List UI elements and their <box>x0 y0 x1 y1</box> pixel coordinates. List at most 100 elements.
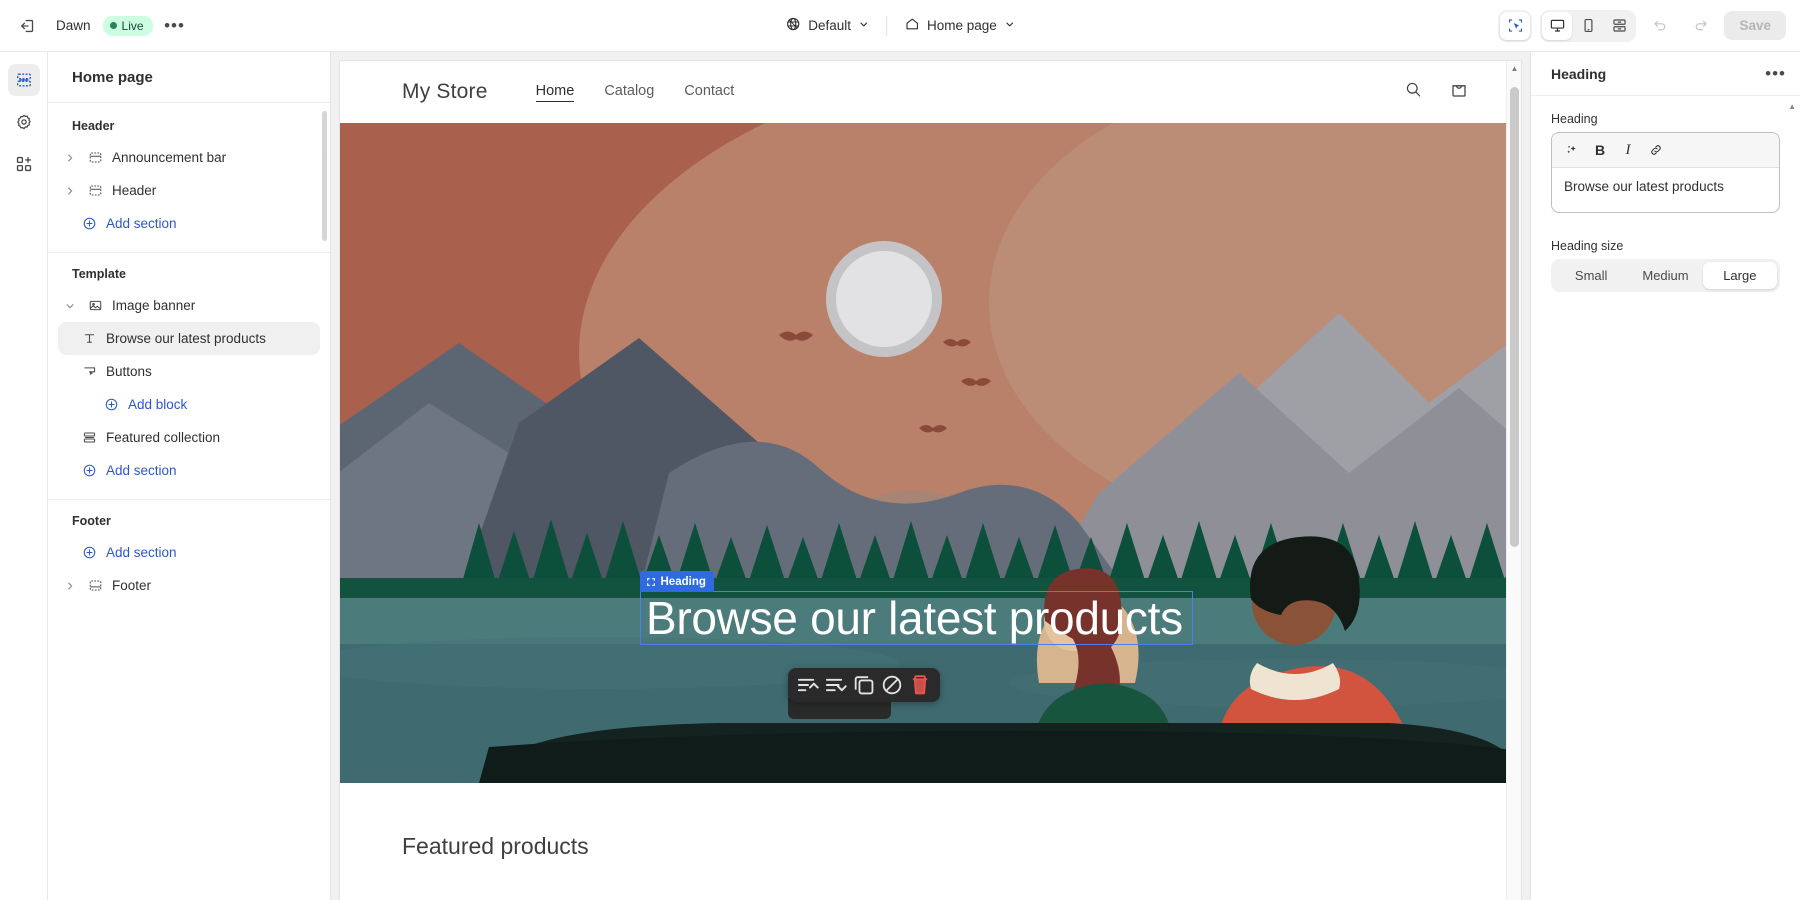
collection-icon <box>80 430 98 445</box>
exit-icon[interactable] <box>12 10 44 42</box>
chevron-right-icon[interactable] <box>62 153 78 163</box>
nav-link-home[interactable]: Home <box>535 83 575 102</box>
trash-icon[interactable] <box>907 672 933 698</box>
heading-size-large[interactable]: Large <box>1702 262 1777 289</box>
top-bar: Dawn Live ••• Default Home page Save <box>0 0 1800 52</box>
add-block-button[interactable]: Add block <box>58 388 320 421</box>
cursor-select-icon[interactable] <box>1500 11 1531 40</box>
image-icon <box>86 298 104 313</box>
cart-icon[interactable] <box>1449 80 1469 105</box>
fullscreen-icon[interactable] <box>1604 12 1634 40</box>
divider <box>885 15 887 36</box>
theme-name: Dawn <box>56 18 91 33</box>
section-icon <box>86 150 104 165</box>
group-label: Footer <box>72 514 111 528</box>
footer-icon <box>86 578 104 593</box>
search-icon[interactable] <box>1404 80 1423 104</box>
storefront-actions <box>1404 80 1469 105</box>
move-up-icon[interactable] <box>795 672 821 698</box>
chevron-down-icon <box>1004 18 1015 33</box>
redo-icon[interactable] <box>1684 10 1716 42</box>
top-bar-center: Default Home page <box>776 11 1024 40</box>
add-section-label: Add section <box>106 216 177 231</box>
hide-icon[interactable] <box>879 672 905 698</box>
locale-selector[interactable]: Default <box>776 11 878 40</box>
featured-collection-section[interactable]: Featured products <box>340 783 1521 860</box>
section-icon <box>86 183 104 198</box>
heading-size-label: Heading size <box>1551 239 1624 253</box>
add-section-label: Add section <box>106 463 177 478</box>
storefront-nav: Home Catalog Contact <box>535 83 734 102</box>
nav-link-catalog[interactable]: Catalog <box>604 83 654 102</box>
add-section-button-template[interactable]: Add section <box>58 454 320 487</box>
mobile-icon[interactable] <box>1573 12 1603 40</box>
heading-field-label: Heading <box>1551 112 1598 126</box>
preview-scrollbar-thumb[interactable] <box>1510 87 1519 547</box>
locale-value: Default <box>808 18 851 33</box>
sidebar-item-header[interactable]: Header <box>58 174 320 207</box>
heading-input[interactable]: Browse our latest products <box>1552 168 1779 212</box>
inspector-title: Heading <box>1551 66 1607 82</box>
save-button[interactable]: Save <box>1724 11 1786 40</box>
block-marker-icon <box>646 577 656 587</box>
device-preview-group <box>1540 9 1637 42</box>
inspect-mode-group <box>1498 9 1533 42</box>
sidebar-item-announcement-bar[interactable]: Announcement bar <box>58 141 320 174</box>
home-icon <box>904 16 920 35</box>
ai-generate-icon[interactable] <box>1560 138 1584 162</box>
selection-badge-label: Heading <box>660 575 706 588</box>
sidebar-item-label: Header <box>112 183 157 198</box>
chevron-down-icon[interactable] <box>62 301 78 311</box>
button-icon <box>80 364 98 379</box>
sections-panel: Home page ▲ Header <box>48 52 331 900</box>
sidebar-item-label: Footer <box>112 578 152 593</box>
selected-block-outline[interactable]: Heading <box>639 571 1193 645</box>
sidebar-item-footer[interactable]: Footer <box>58 569 320 602</box>
undo-icon[interactable] <box>1644 10 1676 42</box>
theme-more-menu-button[interactable]: ••• <box>159 10 191 42</box>
page-title: Home page <box>48 52 330 103</box>
move-down-icon[interactable] <box>823 672 849 698</box>
heading-rich-text-editor[interactable]: B I Browse our latest products <box>1551 132 1780 213</box>
section-group-template: Template Image banner Browse our latest … <box>48 253 330 500</box>
editor-body: Home page ▲ Header <box>0 52 1800 900</box>
page-selector[interactable]: Home page <box>895 11 1024 40</box>
inspector-scroll-up-arrow[interactable]: ▲ <box>1788 102 1796 111</box>
apps-icon[interactable] <box>8 148 40 180</box>
nav-link-contact[interactable]: Contact <box>684 83 734 102</box>
heading-size-small[interactable]: Small <box>1554 262 1628 289</box>
scroll-up-arrow[interactable]: ▲ <box>1507 64 1521 73</box>
page-value: Home page <box>926 18 997 33</box>
add-section-button-header[interactable]: Add section <box>58 207 320 240</box>
theme-editor: Dawn Live ••• Default Home page Save Hom… <box>0 0 1800 900</box>
bold-icon[interactable]: B <box>1588 138 1612 162</box>
duplicate-icon[interactable] <box>851 672 877 698</box>
sidebar-item-featured-collection[interactable]: Featured collection <box>58 421 320 454</box>
sidebar-scrollbar[interactable] <box>322 111 327 241</box>
sidebar-block-heading[interactable]: Browse our latest products <box>58 322 320 355</box>
sidebar-item-image-banner[interactable]: Image banner <box>58 289 320 322</box>
italic-icon[interactable]: I <box>1616 138 1640 162</box>
gear-icon[interactable] <box>8 106 40 138</box>
chevron-right-icon[interactable] <box>62 581 78 591</box>
sidebar-block-buttons[interactable]: Buttons <box>58 355 320 388</box>
storefront-header: My Store Home Catalog Contact <box>340 61 1521 123</box>
link-icon[interactable] <box>1644 138 1668 162</box>
inspector-panel: Heading ••• ▲ Heading B I Browse our lat… <box>1530 52 1800 900</box>
sections-icon[interactable] <box>7 64 40 96</box>
live-badge-label: Live <box>121 18 144 33</box>
store-logo[interactable]: My Store <box>402 80 488 104</box>
desktop-icon[interactable] <box>1542 11 1573 40</box>
preview-scrollbar[interactable]: ▲ <box>1506 61 1521 900</box>
heading-size-segmented-control: Small Medium Large <box>1551 259 1780 292</box>
inspector-more-menu-button[interactable]: ••• <box>1765 65 1786 82</box>
sidebar-block-label: Buttons <box>106 364 152 379</box>
featured-title: Featured products <box>402 833 589 859</box>
block-toolbar <box>788 668 940 702</box>
image-banner-section[interactable]: Heading Browse our latest products <box>340 123 1521 783</box>
top-bar-left: Dawn Live ••• <box>0 10 191 42</box>
chevron-right-icon[interactable] <box>62 186 78 196</box>
sidebar-block-label: Browse our latest products <box>106 331 266 346</box>
add-section-button-footer[interactable]: Add section <box>58 536 320 569</box>
heading-size-medium[interactable]: Medium <box>1628 262 1702 289</box>
